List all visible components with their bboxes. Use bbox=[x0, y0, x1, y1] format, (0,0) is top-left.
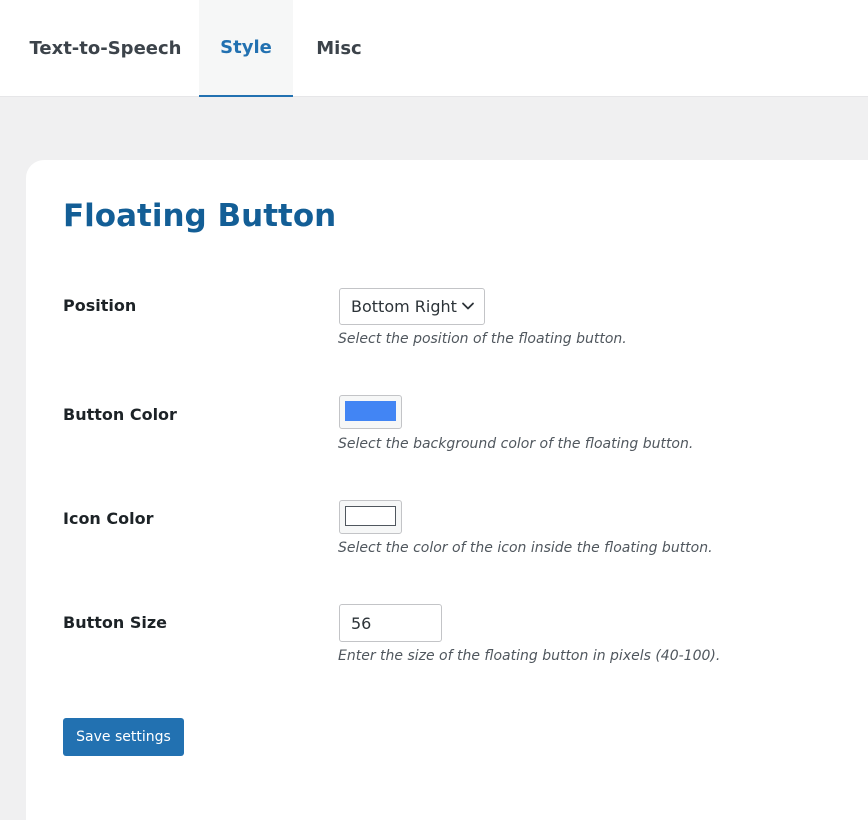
button-color-picker[interactable] bbox=[339, 395, 402, 429]
button-color-description: Select the background color of the float… bbox=[338, 436, 694, 452]
button-size-input[interactable] bbox=[339, 604, 442, 642]
position-select[interactable]: Bottom Right bbox=[339, 288, 485, 325]
icon-color-swatch bbox=[345, 506, 396, 526]
button-color-label: Button Color bbox=[63, 405, 177, 424]
icon-color-label: Icon Color bbox=[63, 509, 154, 528]
save-settings-button[interactable]: Save settings bbox=[63, 718, 184, 756]
icon-color-description: Select the color of the icon inside the … bbox=[338, 540, 713, 556]
button-color-swatch bbox=[345, 401, 396, 421]
settings-card: Floating Button Position Bottom Right Se… bbox=[26, 160, 868, 820]
tab-misc[interactable]: Misc bbox=[293, 0, 385, 97]
position-select-value: Bottom Right bbox=[351, 297, 457, 316]
position-label: Position bbox=[63, 296, 137, 315]
tab-style[interactable]: Style bbox=[199, 0, 293, 97]
button-size-label: Button Size bbox=[63, 613, 168, 632]
position-description: Select the position of the floating butt… bbox=[338, 331, 627, 347]
chevron-down-icon bbox=[462, 302, 474, 310]
tab-text-to-speech[interactable]: Text-to-Speech bbox=[0, 0, 199, 97]
button-size-description: Enter the size of the floating button in… bbox=[338, 648, 721, 664]
tab-bar: Text-to-Speech Style Misc bbox=[0, 0, 868, 97]
icon-color-picker[interactable] bbox=[339, 500, 402, 534]
section-title: Floating Button bbox=[63, 198, 337, 234]
